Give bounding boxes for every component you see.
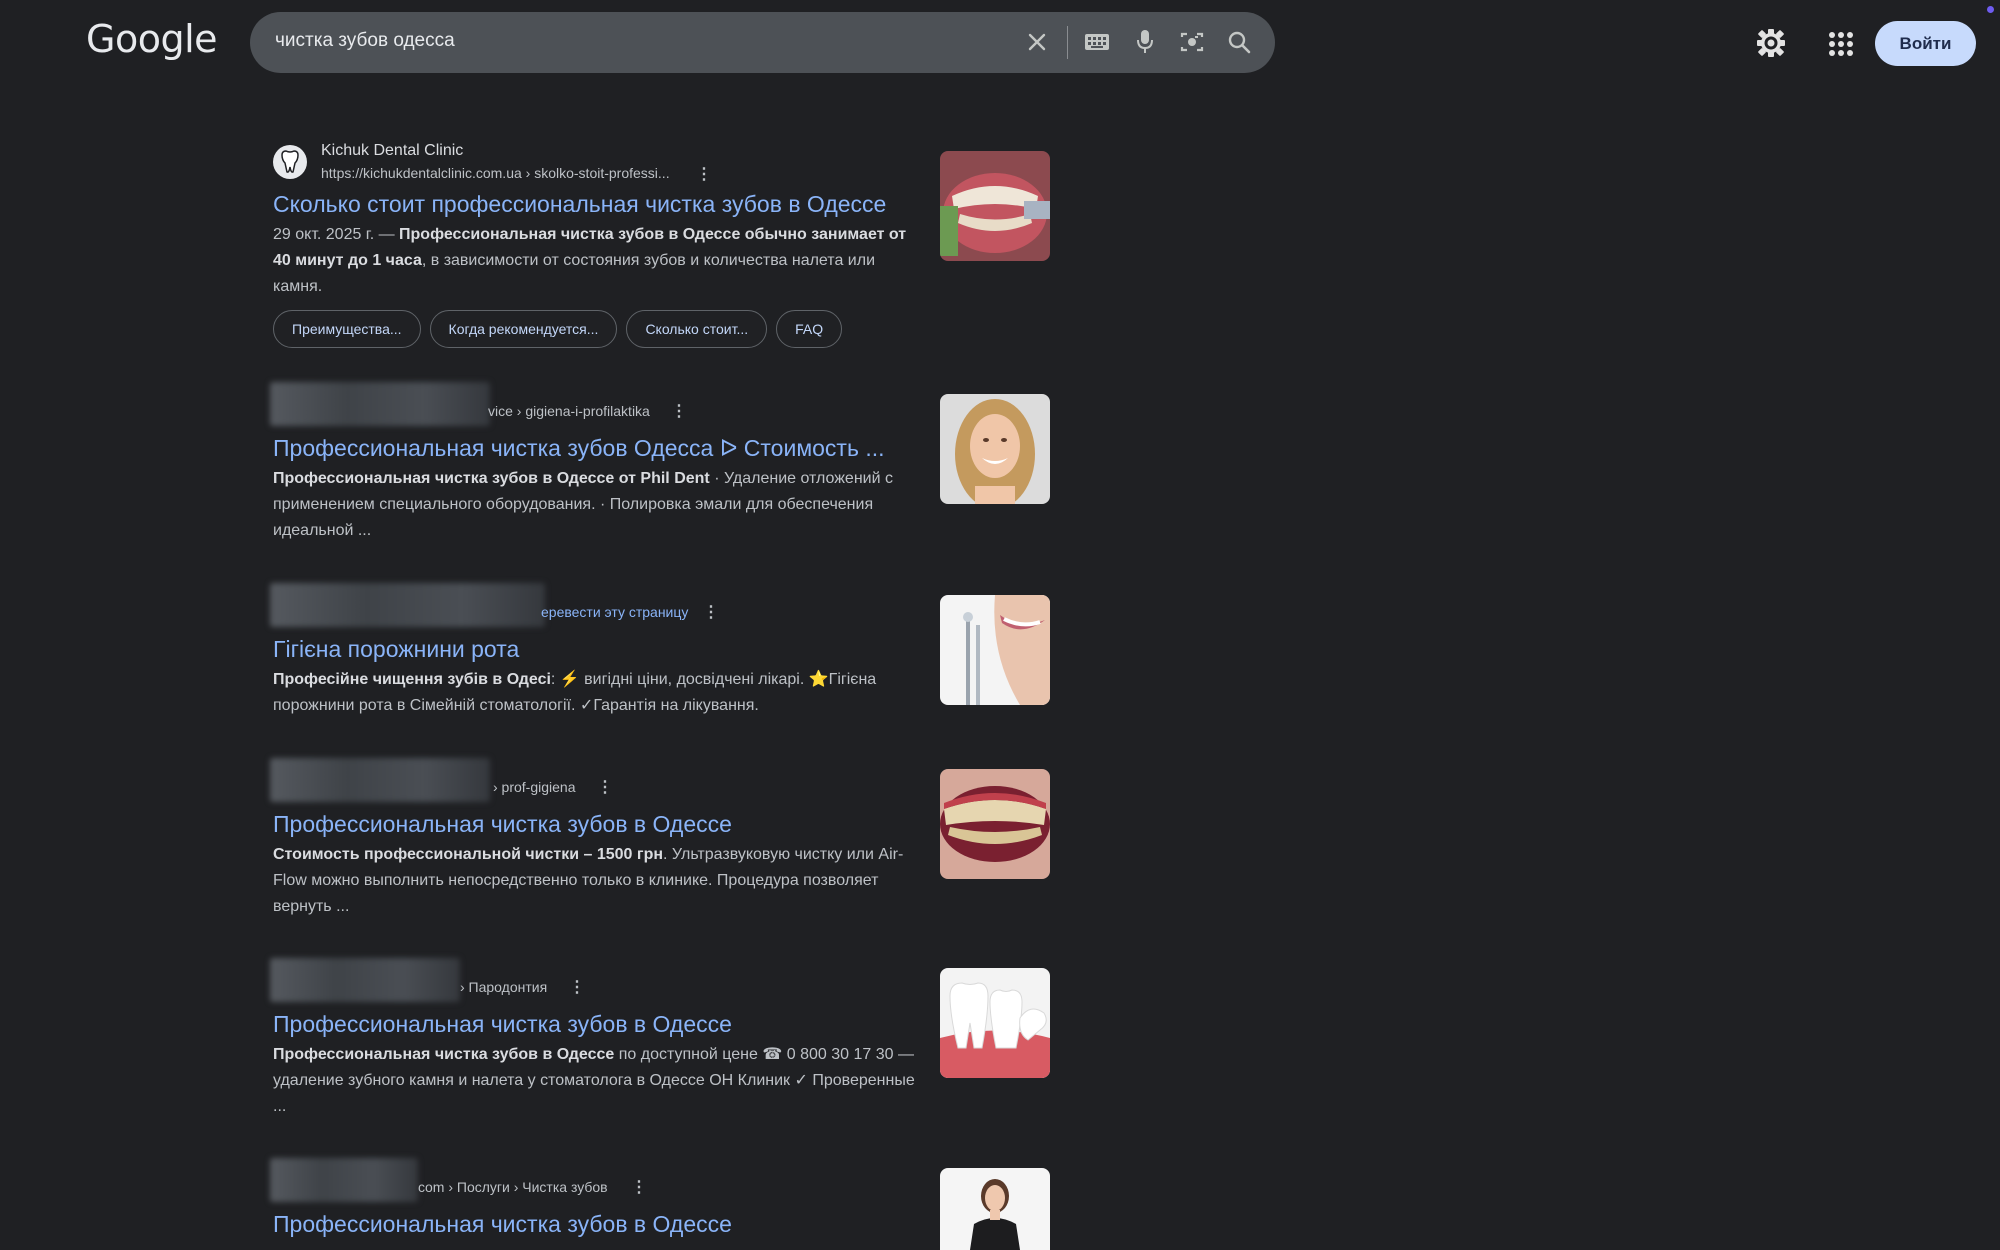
result-thumbnail-teeth-closeup[interactable]	[940, 769, 1050, 879]
snippet-bold: Професійне чищення зубів в Одесі	[273, 671, 551, 688]
blurred-site-info	[270, 758, 490, 802]
translate-link[interactable]: еревести эту страницу	[541, 604, 688, 620]
gear-icon[interactable]	[1754, 26, 1788, 60]
snippet-bold: Профессиональная чистка зубов в Одессе	[273, 1046, 615, 1063]
result-title[interactable]: Профессиональная чистка зубов в Одессе	[273, 808, 1053, 840]
more-options-icon[interactable]: ⋮	[671, 403, 687, 421]
microphone-icon[interactable]	[1130, 27, 1160, 57]
search-result: › prof-gigiena ⋮ Профессиональная чистка…	[270, 758, 1053, 920]
chip-when-recommended[interactable]: Когда рекомендуется...	[429, 310, 618, 348]
result-snippet: Профессиональная чистка зубов в Одессе п…	[273, 1042, 923, 1120]
notification-dot	[1987, 6, 1994, 13]
result-title[interactable]: Профессиональная чистка зубов в Одессе	[273, 1208, 1053, 1240]
result-breadcrumb: com › Послуги › Чистка зубов	[418, 1179, 608, 1195]
more-options-icon[interactable]: ⋮	[631, 1179, 647, 1197]
site-url: https://kichukdentalclinic.com.ua › skol…	[321, 165, 670, 181]
tooth-favicon-icon	[273, 145, 307, 179]
search-result: vice › gigiena-i-profilaktika ⋮ Професси…	[270, 382, 1053, 544]
result-thumbnail-smiling-woman[interactable]	[940, 394, 1050, 504]
result-thumbnail-dental-tools[interactable]	[940, 595, 1050, 705]
result-title[interactable]: Сколько стоит профессиональная чистка зу…	[273, 188, 1053, 220]
more-options-icon[interactable]: ⋮	[696, 166, 712, 184]
login-button[interactable]: Войти	[1875, 21, 1976, 66]
result-source[interactable]: еревести эту страницу ⋮	[270, 583, 1053, 633]
chip-advantages[interactable]: Преимущества...	[273, 310, 421, 348]
result-breadcrumb: vice › gigiena-i-profilaktika	[488, 403, 650, 419]
keyboard-icon[interactable]	[1082, 27, 1112, 57]
blurred-site-info	[270, 1158, 418, 1202]
result-snippet: Профессиональная чистка зубов в Одессе о…	[273, 466, 923, 544]
search-result: еревести эту страницу ⋮ Гігієна порожнин…	[270, 583, 1053, 719]
apps-grid-icon[interactable]	[1826, 29, 1856, 59]
camera-icon[interactable]	[1177, 27, 1207, 57]
more-options-icon[interactable]: ⋮	[703, 604, 719, 622]
result-snippet: 29 окт. 2025 г. — Профессиональная чистк…	[273, 222, 923, 300]
search-input[interactable]: чистка зубов одесса	[275, 30, 455, 52]
result-snippet: Професійне чищення зубів в Одесі: ⚡ вигі…	[273, 667, 923, 719]
more-options-icon[interactable]: ⋮	[597, 779, 613, 797]
result-snippet: Стоимость профессиональной чистки – 1500…	[273, 842, 923, 920]
blurred-site-info	[270, 958, 460, 1002]
chip-how-much[interactable]: Сколько стоит...	[626, 310, 768, 348]
more-options-icon[interactable]: ⋮	[569, 979, 585, 997]
sitelink-chips: Преимущества... Когда рекомендуется... С…	[273, 310, 1053, 348]
snippet-bold: Стоимость профессиональной чистки – 1500…	[273, 846, 663, 863]
result-source[interactable]: com › Послуги › Чистка зубов ⋮	[270, 1158, 1053, 1208]
chip-faq[interactable]: FAQ	[776, 310, 843, 348]
result-source[interactable]: › Пародонтия ⋮	[270, 958, 1053, 1008]
search-box[interactable]: чистка зубов одесса	[250, 12, 1275, 73]
blurred-site-info	[270, 583, 545, 627]
result-source[interactable]: Kichuk Dental Clinic https://kichukdenta…	[273, 142, 1053, 188]
result-date: 29 окт. 2025 г. —	[273, 226, 400, 243]
search-result: › Пародонтия ⋮ Профессиональная чистка з…	[270, 958, 1053, 1120]
result-source[interactable]: vice › gigiena-i-profilaktika ⋮	[270, 382, 1053, 432]
result-breadcrumb: › Пародонтия	[460, 979, 548, 995]
search-result: Kichuk Dental Clinic https://kichukdenta…	[273, 142, 1053, 348]
result-thumbnail-tooth-model[interactable]	[940, 968, 1050, 1078]
result-thumbnail-teeth-cleaning[interactable]	[940, 151, 1050, 261]
search-divider	[1067, 26, 1068, 59]
result-title[interactable]: Профессиональная чистка зубов Одесса ᐅ С…	[273, 432, 1053, 464]
result-thumbnail-doctor[interactable]	[940, 1168, 1050, 1250]
result-source[interactable]: › prof-gigiena ⋮	[270, 758, 1053, 808]
google-logo[interactable]: Google	[86, 17, 218, 61]
search-result: com › Послуги › Чистка зубов ⋮ Профессио…	[270, 1158, 1053, 1240]
search-icon[interactable]	[1224, 27, 1254, 57]
close-icon[interactable]	[1022, 27, 1052, 57]
snippet-bold: Профессиональная чистка зубов в Одессе о…	[273, 470, 710, 487]
result-breadcrumb: › prof-gigiena	[493, 779, 576, 795]
result-title[interactable]: Профессиональная чистка зубов в Одессе	[273, 1008, 1053, 1040]
result-title[interactable]: Гігієна порожнини рота	[273, 633, 1053, 665]
blurred-site-info	[270, 382, 490, 426]
site-name: Kichuk Dental Clinic	[321, 142, 464, 159]
top-bar: Google чистка зубов одесса Войти	[0, 0, 2000, 90]
